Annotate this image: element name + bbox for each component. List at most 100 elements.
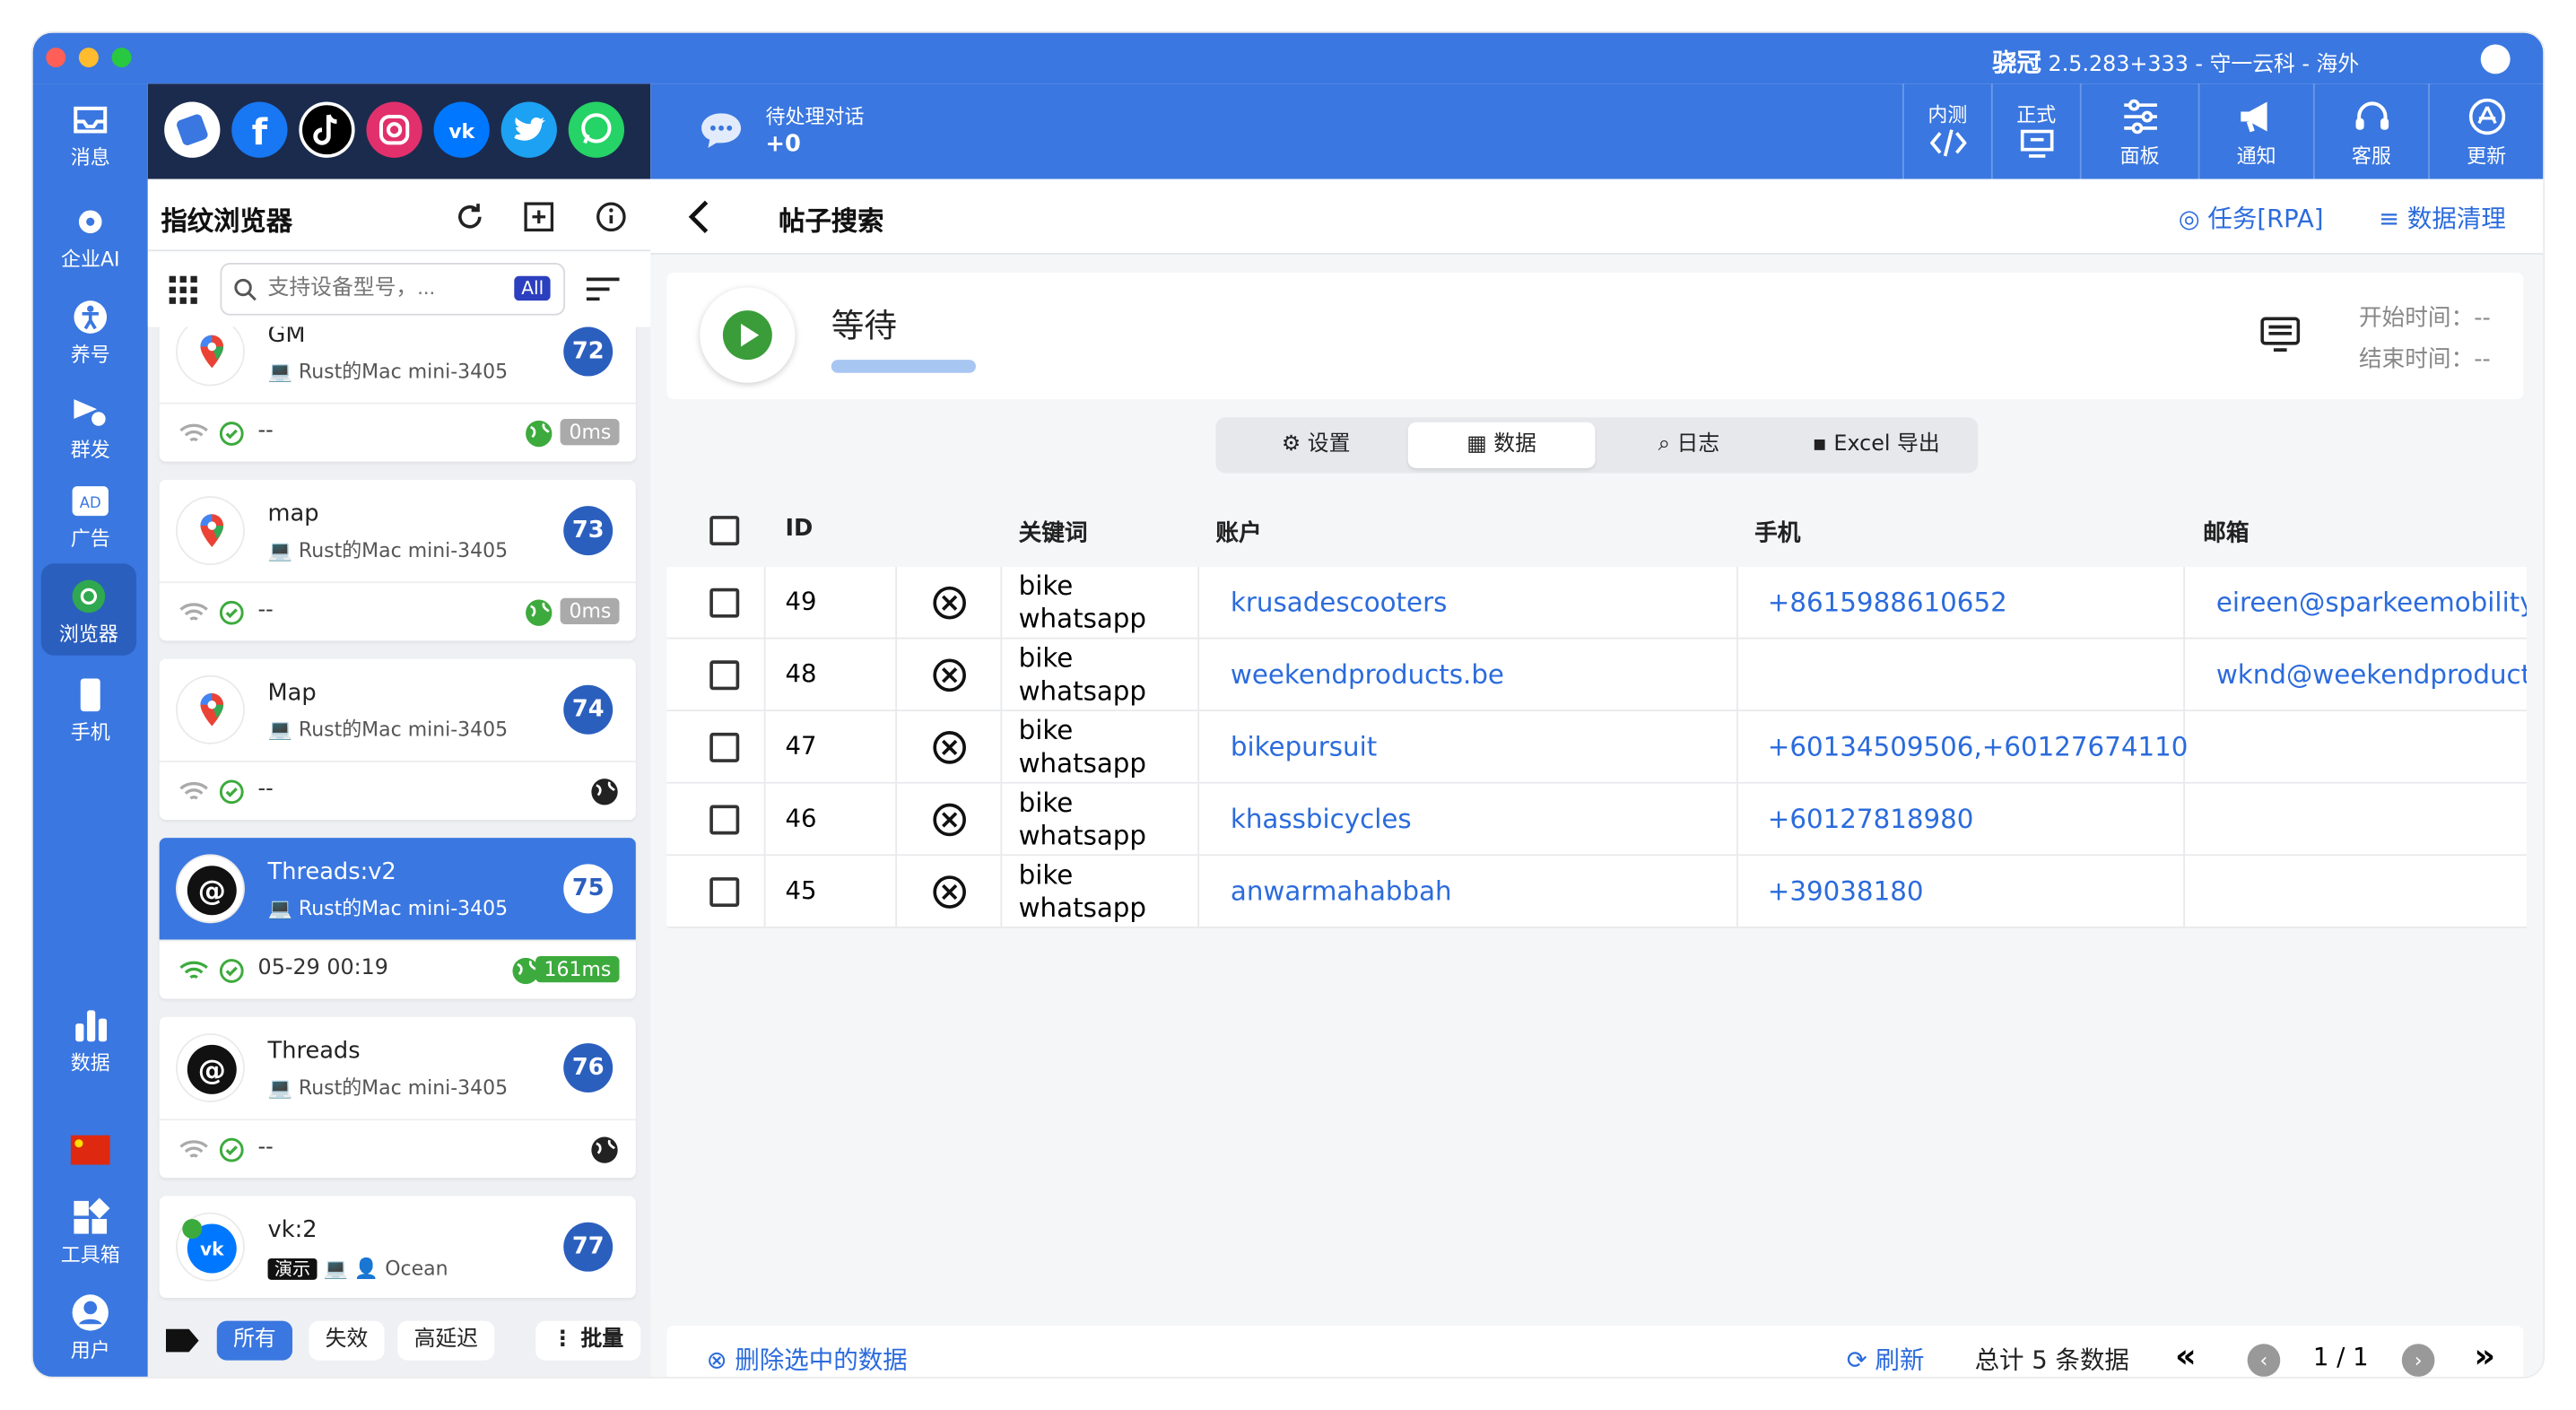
maximize-window-button[interactable] [111, 48, 132, 68]
close-window-button[interactable] [46, 48, 66, 68]
rail-item-broadcast[interactable]: 群发 [33, 379, 148, 472]
first-page-icon[interactable]: « [2175, 1336, 2197, 1375]
profile-card[interactable]: Map 💻 Rust的Mac mini-3405 74 -- [159, 658, 636, 820]
row-phone-link[interactable]: +8615988610652 [1768, 587, 2007, 618]
profile-card[interactable]: map 💻 Rust的Mac mini-3405 73 -- 0ms [159, 479, 636, 641]
delete-selected-button[interactable]: ⊗ 删除选中的数据 [707, 1342, 908, 1376]
google-maps-icon [175, 496, 245, 566]
row-account-link[interactable]: weekendproducts.be [1231, 658, 1504, 690]
row-account-link[interactable]: krusadescooters [1231, 587, 1448, 618]
twitter-icon[interactable] [500, 101, 557, 158]
rail-item-enterprise-ai[interactable]: 企业AI [33, 189, 148, 282]
row-phone-link[interactable]: +39038180 [1768, 875, 1924, 907]
profile-card[interactable]: GM 💻 Rust的Mac mini-3405 72 -- 0ms [159, 326, 636, 462]
profile-card[interactable]: vk vk:2 演示 💻 👤 Ocean 77 [159, 1196, 636, 1298]
play-button[interactable] [700, 287, 796, 383]
profile-card-selected[interactable]: @ Threads:v2 💻 Rust的Mac mini-3405 75 05-… [159, 838, 636, 999]
rail-item-data[interactable]: 数据 [33, 992, 148, 1084]
rail-item-browser[interactable]: 浏览器 [40, 563, 137, 656]
row-account-link[interactable]: anwarmahabbah [1231, 875, 1452, 907]
row-phone-link[interactable]: +60127818980 [1768, 804, 1974, 835]
console-icon[interactable] [2260, 317, 2301, 352]
tag-icon[interactable] [164, 1327, 200, 1353]
last-page-icon[interactable]: » [2474, 1336, 2495, 1375]
sort-icon[interactable] [585, 276, 621, 302]
back-arrow-icon[interactable] [687, 199, 710, 235]
language-flag[interactable] [33, 1122, 148, 1181]
row-checkbox[interactable] [709, 660, 740, 691]
profile-last-used: -- [257, 777, 274, 802]
col-keyword: 关键词 [1018, 520, 1088, 547]
delete-row-icon[interactable] [932, 729, 968, 765]
data-clean-link[interactable]: ≡ 数据清理 [2379, 200, 2506, 234]
table-row[interactable]: 48 bike whatsapp weekendproducts.be wknd@wee… [666, 639, 2527, 712]
browser-app-icon[interactable] [164, 101, 221, 158]
tab-data[interactable]: ▦ 数据 [1407, 422, 1596, 469]
row-select-cell [667, 639, 766, 712]
delete-row-icon[interactable] [932, 874, 968, 910]
row-email-link[interactable]: eireen@sparkeemobility.c [2216, 587, 2527, 618]
task-rpa-link[interactable]: ◎ 任务[RPA] [2179, 200, 2324, 234]
table-row[interactable]: 47 bike whatsapp bikepursuit +60134509506,+6… [666, 711, 2528, 784]
profile-card[interactable]: @ Threads 💻 Rust的Mac mini-3405 76 -- [159, 1016, 636, 1179]
refresh-button[interactable]: ⟳ 刷新 [1847, 1342, 1925, 1376]
toolbox-icon [74, 1197, 110, 1234]
instagram-icon[interactable] [366, 101, 422, 158]
table-row[interactable]: 46 bike whatsapp khassbicycles +60127818980 [666, 783, 2528, 857]
row-email-link[interactable]: wknd@weekendproducts [2216, 658, 2527, 690]
row-email-cell: eireen@sparkeemobility.c [2185, 567, 2527, 640]
notification-button[interactable]: 通知 [2197, 83, 2313, 179]
rail-item-ads[interactable]: AD 广告 [33, 468, 148, 561]
row-account-link[interactable]: khassbicycles [1231, 804, 1412, 835]
panel-button[interactable]: 面板 [2079, 83, 2198, 179]
refresh-icon[interactable] [454, 200, 487, 233]
filter-all-chip[interactable]: 所有 [216, 1320, 293, 1361]
profile-card-status: -- [159, 1118, 636, 1178]
table-row[interactable]: 49 bike whatsapp krusadescooters +8615988610… [666, 566, 2527, 640]
row-checkbox[interactable] [709, 588, 740, 618]
filter-invalid-chip[interactable]: 失效 [309, 1320, 385, 1361]
batch-button[interactable]: ⋮ 批量 [535, 1320, 640, 1361]
info-icon[interactable] [595, 200, 628, 233]
update-button[interactable]: 更新 [2428, 83, 2543, 179]
chat-bubble-icon [701, 113, 742, 148]
tab-log[interactable]: ⌕ 日志 [1597, 422, 1780, 468]
release-channel-button[interactable]: 正式 [1990, 83, 2080, 179]
row-id: 47 [785, 731, 817, 762]
facebook-icon[interactable]: f [231, 101, 288, 158]
beta-channel-button[interactable]: 内测 [1902, 83, 1991, 179]
grid-view-icon[interactable] [168, 274, 199, 306]
vk-icon[interactable]: vk [433, 101, 490, 158]
row-checkbox[interactable] [709, 805, 740, 835]
rail-item-user[interactable]: 用户 [33, 1280, 148, 1372]
chart-icon: ▦ [1466, 431, 1494, 457]
select-all-checkbox[interactable] [709, 516, 740, 546]
delete-row-icon[interactable] [932, 585, 968, 621]
rail-item-messages[interactable]: 消息 [33, 87, 148, 179]
row-account-link[interactable]: bikepursuit [1231, 731, 1377, 762]
whatsapp-icon[interactable] [568, 101, 625, 158]
add-profile-icon[interactable] [522, 200, 555, 233]
rail-item-nurture[interactable]: 养号 [33, 284, 148, 377]
search-scope-badge[interactable]: All [514, 275, 551, 301]
tab-excel-export[interactable]: ▪ Excel 导出 [1784, 422, 1968, 468]
next-page-icon[interactable]: › [2401, 1344, 2435, 1377]
tab-settings[interactable]: ⚙ 设置 [1225, 422, 1405, 468]
rail-item-phone[interactable]: 手机 [33, 662, 148, 754]
filter-high-latency-chip[interactable]: 高延迟 [397, 1320, 495, 1361]
delete-row-icon[interactable] [932, 802, 968, 838]
col-phone: 手机 [1754, 520, 1801, 547]
profile-search-input[interactable] [267, 274, 498, 300]
prev-page-icon[interactable]: ‹ [2247, 1344, 2281, 1377]
theme-toggle[interactable] [2480, 44, 2511, 74]
row-checkbox[interactable] [709, 877, 740, 908]
tiktok-icon[interactable] [299, 101, 355, 158]
rail-item-toolbox[interactable]: 工具箱 [33, 1185, 148, 1277]
support-button[interactable]: 客服 [2312, 83, 2428, 179]
minimize-window-button[interactable] [78, 48, 99, 68]
row-checkbox[interactable] [709, 732, 740, 762]
row-phone-link[interactable]: +60134509506,+60127674110 [1768, 731, 2189, 762]
pending-conversations[interactable]: 待处理对话 +0 [766, 103, 865, 159]
table-row[interactable]: 45 bike whatsapp anwarmahabbah +39038180 [666, 856, 2528, 928]
delete-row-icon[interactable] [932, 657, 968, 693]
